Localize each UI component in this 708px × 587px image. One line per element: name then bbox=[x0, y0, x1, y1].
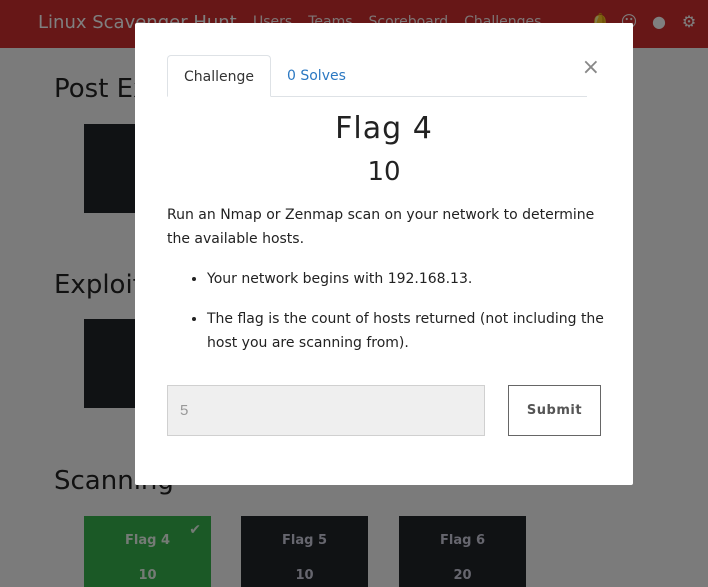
hint-list: Your network begins with 192.168.13. The… bbox=[167, 267, 607, 355]
list-item: Your network begins with 192.168.13. bbox=[207, 267, 607, 291]
tab-solves[interactable]: 0 Solves bbox=[271, 55, 362, 97]
submit-button[interactable]: Submit bbox=[508, 385, 601, 436]
challenge-value: 10 bbox=[367, 157, 401, 187]
description-text: Run an Nmap or Zenmap scan on your netwo… bbox=[167, 207, 595, 247]
challenge-name: Flag 4 bbox=[335, 111, 433, 146]
list-item: The flag is the count of hosts returned … bbox=[207, 307, 607, 355]
modal-tabs: Challenge 0 Solves bbox=[167, 55, 587, 97]
challenge-modal: × Challenge 0 Solves Flag 4 10 Run an Nm… bbox=[135, 23, 633, 485]
answer-input[interactable] bbox=[167, 385, 485, 436]
tab-challenge[interactable]: Challenge bbox=[167, 55, 271, 97]
challenge-description: Run an Nmap or Zenmap scan on your netwo… bbox=[167, 203, 607, 371]
